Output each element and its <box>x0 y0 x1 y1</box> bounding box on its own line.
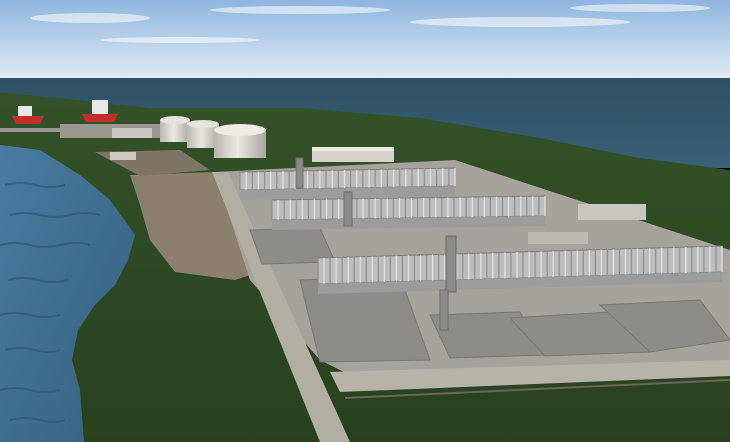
process-train-2 <box>271 195 546 221</box>
lng-terminal-rendering <box>0 0 730 442</box>
scene-illustration <box>0 0 730 442</box>
